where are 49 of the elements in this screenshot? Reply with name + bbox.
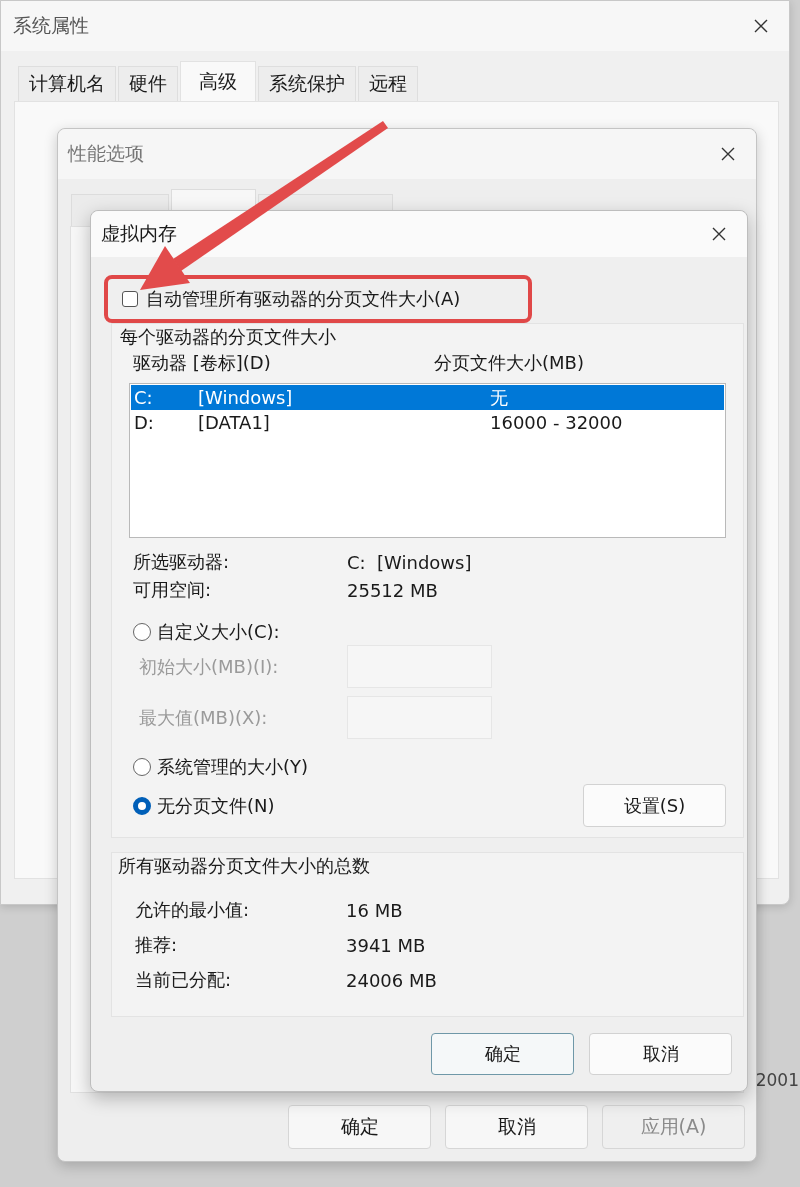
list-row[interactable]: D: [DATA1] 16000 - 32000 — [131, 410, 724, 435]
tab[interactable]: 硬件 — [118, 66, 178, 101]
radio-label[interactable]: 系统管理的大小(Y) — [157, 755, 309, 779]
column-header: 驱动器 [卷标](D) — [133, 351, 272, 375]
tab[interactable]: 计算机名 — [18, 66, 116, 101]
drive-letter: D: — [134, 412, 155, 433]
info-label: 所选驱动器: — [133, 550, 231, 574]
tab[interactable]: 系统保护 — [258, 66, 356, 101]
checkbox[interactable] — [122, 291, 138, 307]
total-label: 推荐: — [135, 933, 179, 957]
volume-label: [DATA1] — [198, 412, 271, 433]
info-value: 25512 MB — [347, 579, 438, 601]
total-value: 16 MB — [346, 899, 403, 921]
total-value: 24006 MB — [346, 969, 437, 991]
paging-size: 无 — [490, 385, 508, 410]
radio-label[interactable]: 自定义大小(C): — [157, 620, 280, 644]
checkbox-label[interactable]: 自动管理所有驱动器的分页文件大小(A) — [146, 287, 461, 311]
group-title: 所有驱动器分页文件大小的总数 — [117, 854, 371, 878]
settings-button[interactable]: 设置(S) — [583, 784, 726, 827]
column-header: 分页文件大小(MB) — [434, 351, 584, 375]
total-label: 允许的最小值: — [135, 898, 251, 922]
radio-button[interactable] — [133, 796, 151, 815]
window-title: 虚拟内存 — [101, 221, 177, 246]
radio-label[interactable]: 无分页文件(N) — [157, 793, 275, 818]
radio-button[interactable] — [133, 623, 151, 641]
radio-button[interactable] — [133, 758, 151, 776]
background-text: 2001 — [755, 1070, 800, 1090]
info-value: C: [Windows] — [347, 551, 472, 573]
group-title: 每个驱动器的分页文件大小 — [119, 325, 337, 349]
dialog-button[interactable]: 取消 — [445, 1105, 588, 1149]
volume-label: [Windows] — [198, 387, 294, 408]
field-label: 最大值(MB)(X): — [138, 705, 269, 730]
dialog-button[interactable]: 取消 — [589, 1033, 732, 1075]
list-row[interactable]: C: [Windows] 无 — [131, 385, 724, 410]
window-title: 系统属性 — [13, 13, 89, 38]
paging-size: 16000 - 32000 — [490, 412, 623, 433]
total-label: 当前已分配: — [135, 968, 233, 992]
dialog-button[interactable]: 确定 — [431, 1033, 574, 1075]
close-icon[interactable] — [720, 146, 736, 162]
field-label: 初始大小(MB)(I): — [138, 654, 280, 679]
info-label: 可用空间: — [133, 578, 213, 602]
tab[interactable]: 远程 — [358, 66, 418, 101]
tab[interactable]: 高级 — [180, 61, 256, 101]
close-icon[interactable] — [711, 226, 727, 242]
window-title: 性能选项 — [68, 141, 144, 166]
total-value: 3941 MB — [346, 934, 426, 956]
close-icon[interactable] — [753, 18, 769, 34]
drive-letter: C: — [134, 387, 154, 408]
dialog-button[interactable]: 确定 — [288, 1105, 431, 1149]
